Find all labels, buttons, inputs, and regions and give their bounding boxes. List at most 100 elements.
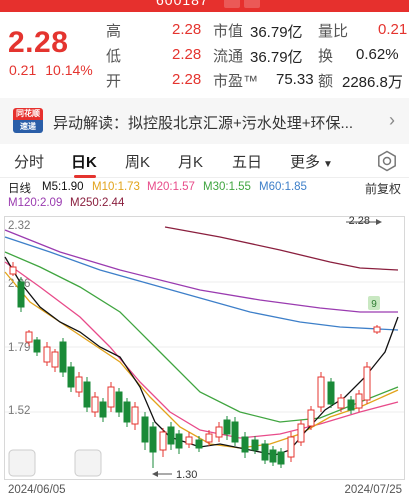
candle-body [83, 381, 91, 408]
ma10-value: M10:1.73 [92, 181, 140, 193]
volume-ratio-label: 量比 [318, 23, 349, 40]
turnover-label: 换 [318, 48, 334, 65]
candle-body [141, 416, 149, 443]
settings-icon[interactable] [376, 150, 398, 172]
ma20-value: M20:1.57 [147, 181, 195, 193]
candle-body [241, 436, 249, 453]
ma250-line [164, 226, 399, 271]
ma-legend-row-2: M120:2.09 M250:2.44 [0, 196, 409, 212]
price-change: 0.21 10.14% [9, 62, 93, 78]
candle-body [337, 397, 345, 409]
change-value: 0.21 [9, 62, 37, 78]
float-label: 流通 [213, 48, 244, 65]
candle-body [277, 451, 285, 465]
tab-intraday[interactable]: 分时 [14, 151, 44, 172]
candle-body [149, 426, 157, 453]
candle-body [75, 376, 83, 393]
high-label: 高 [106, 23, 122, 40]
min-price-label: 1.30 [176, 469, 197, 480]
ma30-value: M30:1.55 [203, 181, 251, 193]
fullscreen-icon[interactable] [74, 449, 102, 477]
candle-body [99, 401, 107, 418]
candle-body [43, 346, 51, 363]
signal-badge-number: 9 [371, 299, 377, 310]
candle-body [167, 426, 175, 445]
float-value: 36.79亿 [250, 49, 303, 66]
candle-body [261, 443, 269, 461]
tab-monthly-k[interactable]: 月K [178, 151, 203, 172]
candle-body [195, 439, 203, 449]
candle-body [205, 433, 213, 443]
ma60-line [4, 236, 399, 331]
candle-body [17, 281, 25, 308]
end-date: 2024/07/25 [344, 484, 402, 496]
tag-badge [224, 0, 240, 8]
start-date: 2024/06/05 [8, 484, 66, 496]
candle-body [251, 439, 259, 451]
tab-five-day[interactable]: 五日 [232, 151, 262, 172]
candle-body [123, 401, 131, 423]
news-headline[interactable]: 异动解读：拟控股北京汇源+污水处理+环保... [53, 112, 365, 133]
logo-top-text: 同花顺 [13, 108, 43, 120]
chart-period-tabs: 分时 日K 周K 月K 五日 更多 ▼ [0, 144, 409, 178]
quote-panel: 2.28 0.21 10.14% 高 2.28 市值 36.79亿 量比 0.21… [0, 12, 409, 98]
candle-body [51, 351, 59, 368]
candle-body [25, 331, 33, 343]
candle-body [131, 406, 139, 425]
candle-body [115, 391, 123, 413]
tab-more[interactable]: 更多 ▼ [290, 151, 333, 172]
candle-body [107, 386, 115, 408]
open-value: 2.28 [172, 71, 202, 88]
tab-more-label: 更多 [290, 154, 321, 171]
candle-body [215, 426, 223, 438]
ma60-value: M60:1.85 [259, 181, 307, 193]
candle-body [33, 339, 41, 353]
caret-down-icon: ▼ [323, 159, 333, 170]
candle-body [223, 419, 231, 435]
pe-label: 市盈™ [213, 73, 259, 90]
candle-body [363, 366, 371, 401]
date-axis: 2024/06/05 2024/07/25 [0, 480, 409, 500]
candle-body [91, 396, 99, 413]
draw-tool-icon[interactable] [8, 449, 36, 477]
max-pointer-arrow [376, 219, 382, 225]
news-banner[interactable]: 同花顺 速递 异动解读：拟控股北京汇源+污水处理+环保... › [0, 98, 409, 144]
pe-value: 75.33 [276, 71, 314, 88]
candle-body [59, 341, 67, 373]
high-value: 2.28 [172, 21, 202, 38]
candle-body [231, 421, 239, 443]
tab-weekly-k[interactable]: 周K [125, 151, 150, 172]
candle-body [347, 399, 355, 411]
kline-type-label: 日线 [8, 183, 31, 195]
adjust-mode-selector[interactable]: 前复权 [365, 180, 401, 197]
candle-body [355, 393, 363, 409]
news-source-logo: 同花顺 速递 [13, 108, 43, 133]
open-label: 开 [106, 73, 122, 90]
stock-code: 600187 [156, 0, 209, 8]
ma-legend-row-1: 日线 M5:1.90 M10:1.73 M20:1.57 M30:1.55 M6… [0, 178, 409, 196]
turnover-value: 0.62% [356, 46, 399, 63]
candle-body [327, 381, 335, 405]
candle-body [9, 266, 17, 275]
candle-body [67, 366, 75, 388]
ma5-value: M5:1.90 [42, 181, 84, 193]
candle-body [159, 431, 167, 451]
ma120-value: M120:2.09 [8, 197, 63, 209]
max-price-label: 2.28 [349, 215, 370, 227]
chevron-right-icon[interactable]: › [389, 110, 395, 131]
amount-value: 2286.8万 [342, 74, 403, 91]
ma250-value: M250:2.44 [70, 197, 125, 209]
y-label-top: 2.32 [8, 220, 30, 232]
mktcap-label: 市值 [213, 23, 244, 40]
low-label: 低 [106, 48, 122, 65]
candle-body [297, 423, 305, 443]
candle-body [175, 433, 183, 449]
y-label-low: 1.52 [8, 405, 30, 417]
kline-chart[interactable]: 2.322.061.791.522.281.309 [0, 212, 409, 480]
tag-badge [244, 0, 260, 8]
tab-daily-k[interactable]: 日K [71, 151, 97, 172]
min-pointer-arrow [152, 471, 158, 477]
change-percent: 10.14% [45, 62, 93, 78]
volume-ratio-value: 0.21 [378, 21, 408, 38]
candle-body [269, 449, 277, 463]
